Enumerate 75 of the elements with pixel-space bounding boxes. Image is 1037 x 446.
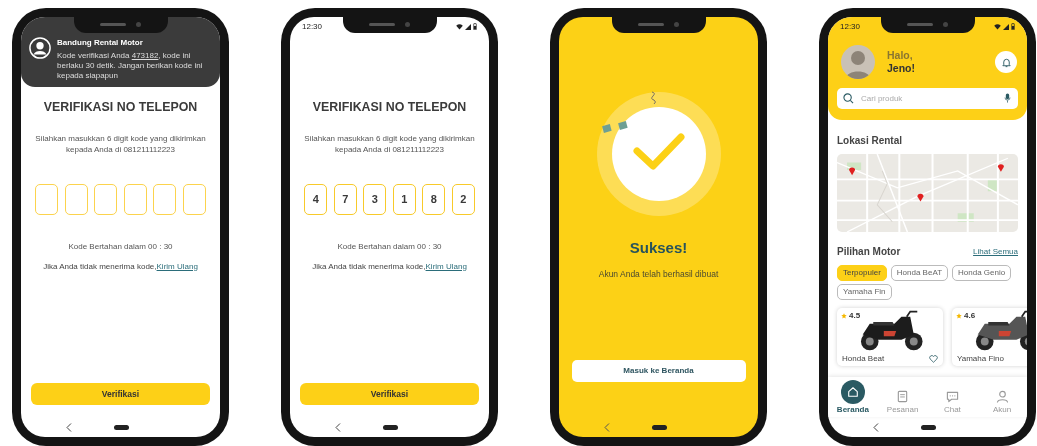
back-icon[interactable] — [604, 422, 610, 432]
bell-icon — [1000, 56, 1012, 68]
star-icon — [956, 313, 962, 319]
heart-icon[interactable] — [929, 355, 938, 363]
wifi-icon — [456, 23, 463, 30]
code-input-box[interactable] — [182, 183, 206, 215]
code-input-box[interactable] — [35, 183, 59, 215]
person-icon — [995, 390, 1009, 404]
back-icon[interactable] — [335, 422, 341, 432]
back-icon[interactable] — [66, 422, 72, 432]
countdown-text: Kode Bertahan dalam 00 : 30 — [336, 240, 443, 253]
search-icon — [843, 93, 854, 104]
notification-message: Kode verifikasi Anda 473182, kode ini berlaku 30 detik. Jangan berikan kode ini kepada siapapun — [57, 51, 204, 81]
signal-icon — [1003, 23, 1009, 30]
code-input-box[interactable]: 2 — [451, 183, 475, 215]
document-icon — [896, 390, 910, 404]
code-input-box[interactable]: 4 — [304, 183, 328, 215]
nav-tab[interactable]: Beranda — [828, 377, 878, 417]
code-input-box[interactable]: 1 — [392, 183, 416, 215]
search-field[interactable]: Cari produk — [837, 88, 1018, 109]
battery-icon — [1011, 23, 1015, 30]
back-icon[interactable] — [873, 422, 879, 432]
instruction-text: Silahkan masukkan 6 digit kode yang dikirimkan kepada Anda di 081211112223 — [303, 132, 476, 156]
resend-link[interactable]: Kirim Ulang — [156, 261, 198, 271]
filter-chip[interactable]: Terpopuler — [837, 265, 887, 281]
status-time: 12:30 — [840, 20, 861, 33]
code-input-box[interactable] — [94, 183, 118, 215]
home-button[interactable]: Masuk ke Beranda — [571, 360, 746, 382]
microphone-icon[interactable] — [1004, 93, 1011, 103]
section-title: Pilihan Motor — [837, 245, 901, 259]
wifi-icon — [994, 23, 1001, 30]
notification-title: Bandung Rental Motor — [57, 37, 144, 49]
signal-icon — [465, 23, 471, 30]
resend-text: Jika Anda tidak menerima kode,Kirim Ulang — [42, 260, 199, 272]
rating-text: 4.6 — [964, 310, 976, 322]
verify-button[interactable]: Verifikasi — [31, 383, 210, 405]
see-all-link[interactable]: Lihat Semua — [973, 245, 1018, 258]
battery-icon — [473, 23, 477, 30]
home-indicator[interactable] — [652, 424, 667, 430]
resend-link[interactable]: Kirim Ulang — [425, 261, 467, 271]
filter-chip[interactable]: Honda BeAT — [890, 265, 949, 281]
status-time: 12:30 — [302, 20, 323, 33]
screen-title: VERIFIKASI NO TELEPON — [42, 99, 199, 116]
success-message: Akun Anda telah berhasil dibuat — [598, 267, 719, 281]
code-input-box[interactable]: 7 — [333, 183, 357, 215]
code-input-box[interactable] — [153, 183, 177, 215]
success-title: Sukses! — [629, 238, 688, 258]
code-input-box[interactable] — [64, 183, 88, 215]
chat-icon — [945, 390, 959, 404]
code-input-box[interactable]: 3 — [363, 183, 387, 215]
user-name: Jeno! — [887, 62, 916, 75]
instruction-text: Silahkan masukkan 6 digit kode yang dikirimkan kepada Anda di 081211112223 — [34, 132, 207, 156]
user-icon — [29, 37, 51, 59]
code-input-box[interactable]: 8 — [422, 183, 446, 215]
verify-button[interactable]: Verifikasi — [300, 383, 479, 405]
home-indicator[interactable] — [383, 424, 398, 430]
motor-card[interactable]: 4.6 Yamaha Fino — [952, 308, 1027, 366]
motor-card[interactable]: 4.5 Honda Beat — [837, 308, 943, 366]
avatar — [841, 45, 875, 79]
greeting-text: Halo, — [887, 49, 914, 62]
resend-text: Jika Anda tidak menerima kode,Kirim Ulang — [311, 260, 468, 272]
home-icon — [840, 380, 865, 405]
countdown-text: Kode Bertahan dalam 00 : 30 — [67, 240, 174, 253]
section-title: Lokasi Rental — [837, 134, 904, 148]
motor-name: Honda Beat — [842, 353, 885, 365]
home-indicator[interactable] — [114, 424, 129, 430]
notification-button[interactable] — [995, 51, 1017, 73]
filter-chip[interactable]: Yamaha Fin — [837, 284, 892, 300]
star-icon — [841, 313, 847, 319]
rating-text: 4.5 — [849, 310, 861, 322]
filter-chip[interactable]: Honda Genio — [952, 265, 1012, 281]
code-input-box[interactable] — [123, 183, 147, 215]
motor-name: Yamaha Fino — [957, 353, 1004, 365]
screen-title: VERIFIKASI NO TELEPON — [311, 99, 468, 116]
home-indicator[interactable] — [921, 424, 936, 430]
